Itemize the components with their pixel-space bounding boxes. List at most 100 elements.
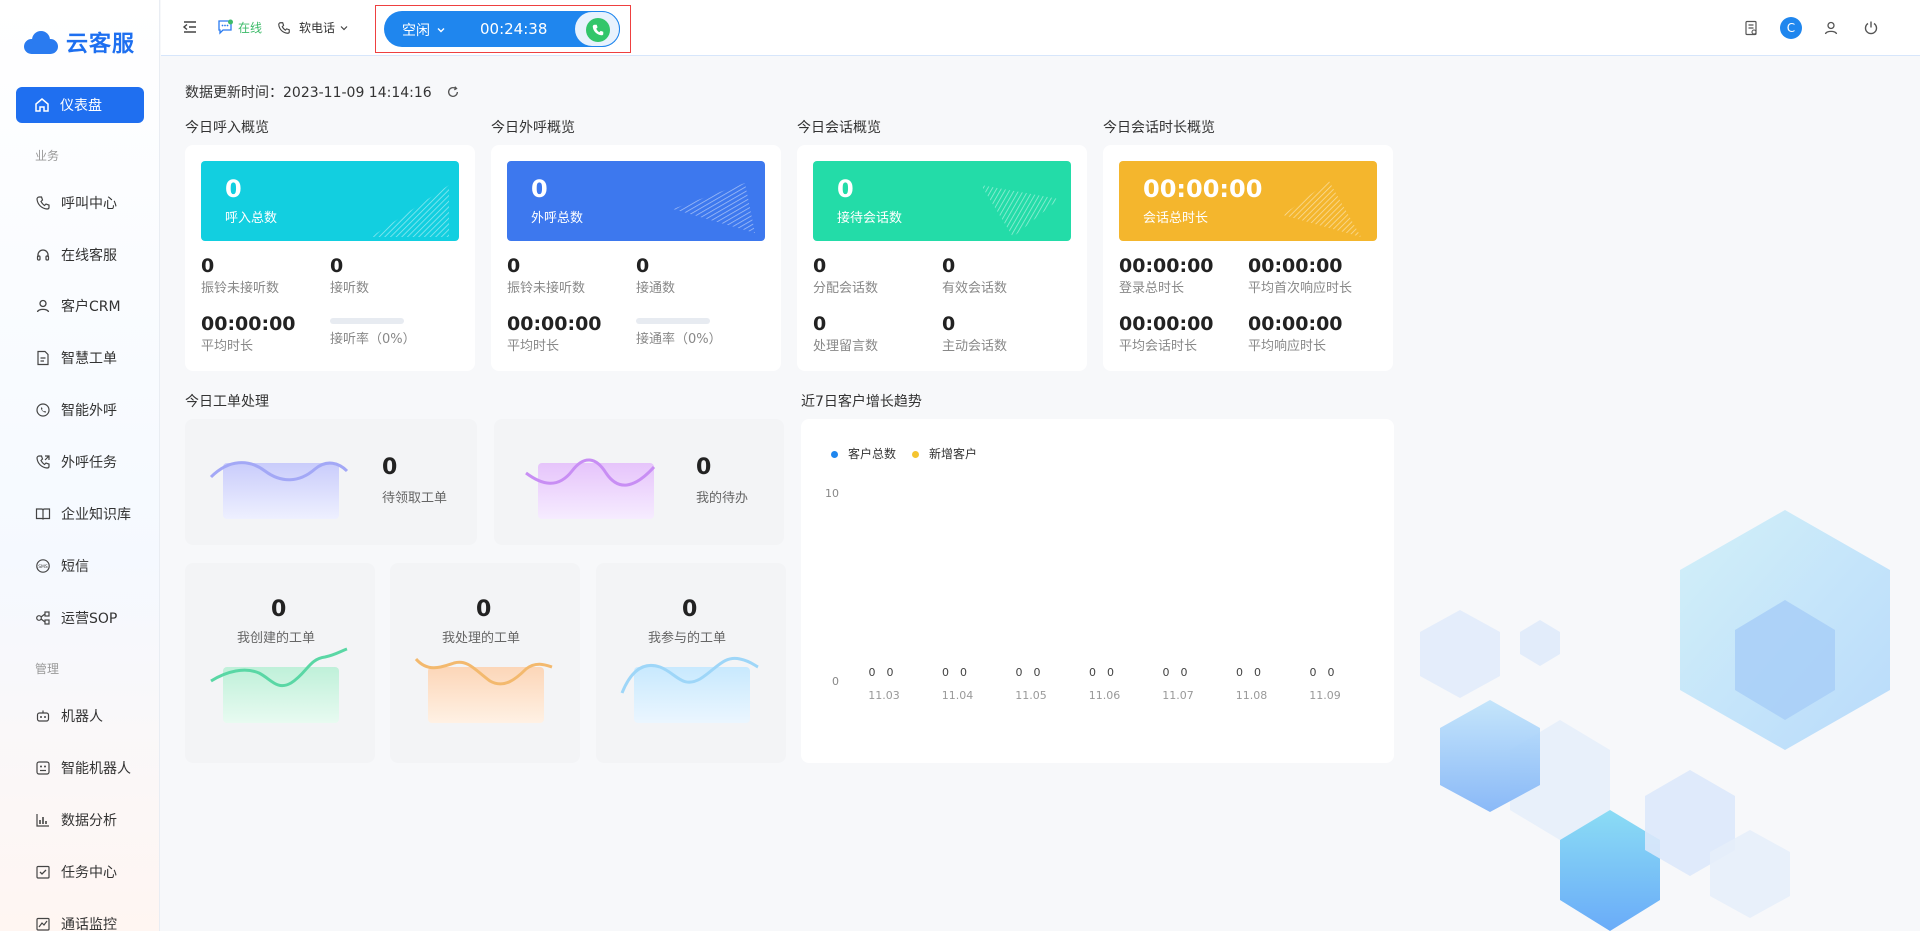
call-widget: 空闲 00:24:38 [384,11,620,47]
stat-label: 平均首次响应时长 [1248,281,1353,296]
bar-data-label: 0 [1236,666,1243,679]
phone-answer-icon [586,18,610,42]
stat-item: 0 有效会话数 [942,255,1007,296]
sidebar-item-label: 在线客服 [61,248,117,264]
stat-label: 振铃未接听数 [201,281,280,296]
sidebar-item-label: 机器人 [61,709,103,725]
sidebar-item-online-service[interactable]: 在线客服 [35,243,117,267]
workorder-section-title: 今日工单处理 [185,394,269,410]
update-label: 数据更新时间： [185,85,283,101]
sidebar-item-call-monitor[interactable]: 通话监控 [35,912,117,931]
stat-label: 平均时长 [507,339,560,354]
sidebar-item-label: 呼叫中心 [61,196,117,212]
avatar-letter: C [1780,17,1802,39]
stat-item: 00:00:00 平均响应时长 [1248,313,1343,354]
sidebar-item-sms[interactable]: SMS 短信 [35,554,89,578]
headset-icon [36,249,50,261]
sidebar-item-smart-outbound[interactable]: 智能外呼 [35,398,117,422]
stat-value: 0 [813,255,827,277]
outbound-section-title: 今日外呼概览 [491,120,575,136]
bar-data-label: 0 [942,666,949,679]
phone-type-dropdown[interactable]: 软电话 [277,19,349,36]
refresh-icon[interactable] [446,85,460,99]
sidebar-item-label: 运营SOP [61,611,118,627]
sidebar-item-label: 仪表盘 [60,98,102,114]
sidebar-item-smart-robot[interactable]: 智能机器人 [35,756,131,780]
outbound-banner[interactable]: 0 外呼总数 [507,161,765,241]
sidebar-item-label: 智能机器人 [61,761,131,777]
sidebar-item-data-analysis[interactable]: 数据分析 [35,808,117,832]
sidebar-item-sop[interactable]: 运营SOP [35,606,117,630]
stripe-triangle-icon [1283,181,1361,237]
power-icon[interactable] [1860,17,1882,39]
bar-data-label: 0 [960,666,967,679]
x-tick-label: 11.08 [1236,689,1268,702]
hexagon-background-illustration [1420,510,1890,931]
sidebar-item-call-center[interactable]: 呼叫中心 [35,191,117,215]
bar-data-label: 0 [1016,666,1023,679]
sidebar-item-label: 外呼任务 [61,455,117,471]
user-avatar[interactable]: C [1780,17,1802,39]
rate-label: 接通率（0%） [636,332,722,347]
stat-label: 平均会话时长 [1119,339,1198,354]
answer-rate-bar [330,318,404,324]
stat-label: 平均时长 [201,339,254,354]
x-tick-label: 11.04 [942,689,974,702]
app-logo[interactable]: 云客服 [22,26,135,58]
stat-item: 0 振铃未接听数 [201,255,279,296]
sidebar-item-dashboard[interactable]: 仪表盘 [16,87,144,123]
call-status-label: 空闲 [402,23,430,39]
sidebar-item-workorder[interactable]: 智慧工单 [35,346,117,370]
duration-overview-card: 00:00:00 会话总时长 00:00:00 登录总时长 00:00:00 平… [1103,145,1393,371]
stat-item: 00:00:00 平均时长 [201,313,296,354]
session-section-title: 今日会话概览 [797,120,881,136]
outbound-total-value: 0 [531,175,548,203]
session-total-value: 0 [837,175,854,203]
sidebar-item-robot[interactable]: 机器人 [35,704,103,728]
bar-chart-icon [36,814,49,827]
robot-icon [36,710,50,722]
wave-illustration-icon [620,656,759,723]
stat-value: 00:00:00 [1248,255,1343,277]
x-tick-label: 11.06 [1089,689,1121,702]
stat-value: 0 [636,255,650,277]
answer-call-button[interactable] [574,11,620,47]
sidebar-item-knowledge-base[interactable]: 企业知识库 [35,502,131,526]
sidebar-item-task-center[interactable]: 任务中心 [35,860,117,884]
workorder-card-handled[interactable]: 0 我处理的工单 [390,563,580,763]
notes-icon[interactable] [1740,17,1762,39]
sidebar-item-crm[interactable]: 客户CRM [35,294,121,318]
sidebar-item-label: 数据分析 [61,813,117,829]
workorder-card-todo[interactable]: 0 我的待办 [494,419,784,545]
stripe-triangle-icon [371,185,449,237]
connect-rate: 接通率（0%） [636,318,722,347]
stripe-triangle-icon [981,185,1059,237]
stat-item: 0 分配会话数 [813,255,878,296]
bar-data-label: 0 [1034,666,1041,679]
created-workorder-value: 0 [271,597,287,622]
online-status[interactable]: 在线 [216,18,262,36]
call-status-dropdown[interactable]: 空闲 [402,20,446,40]
collapse-menu-icon[interactable] [181,18,199,36]
stat-value: 0 [201,255,215,277]
stat-value: 0 [330,255,344,277]
wave-illustration-icon [210,647,348,723]
bar-data-label: 0 [1254,666,1261,679]
stat-value: 00:00:00 [1119,255,1214,277]
whatsapp-icon [36,403,50,417]
bar-data-label: 0 [1328,666,1335,679]
sidebar-item-label: 短信 [61,559,89,575]
sidebar-item-outbound-task[interactable]: 外呼任务 [35,450,117,474]
duration-total-value: 00:00:00 [1143,175,1263,203]
session-banner[interactable]: 0 接待会话数 [813,161,1071,241]
workorder-card-pending[interactable]: 0 待领取工单 [185,419,477,545]
workorder-card-participated[interactable]: 0 我参与的工单 [596,563,786,763]
participated-workorder-value: 0 [682,597,698,622]
trend-section-title: 近7日客户增长趋势 [801,394,922,410]
profile-icon[interactable] [1820,17,1842,39]
stat-item: 00:00:00 平均首次响应时长 [1248,255,1352,296]
bar-data-label: 0 [887,666,894,679]
duration-banner[interactable]: 00:00:00 会话总时长 [1119,161,1377,241]
inbound-banner[interactable]: 0 呼入总数 [201,161,459,241]
workorder-card-created[interactable]: 0 我创建的工单 [185,563,375,763]
